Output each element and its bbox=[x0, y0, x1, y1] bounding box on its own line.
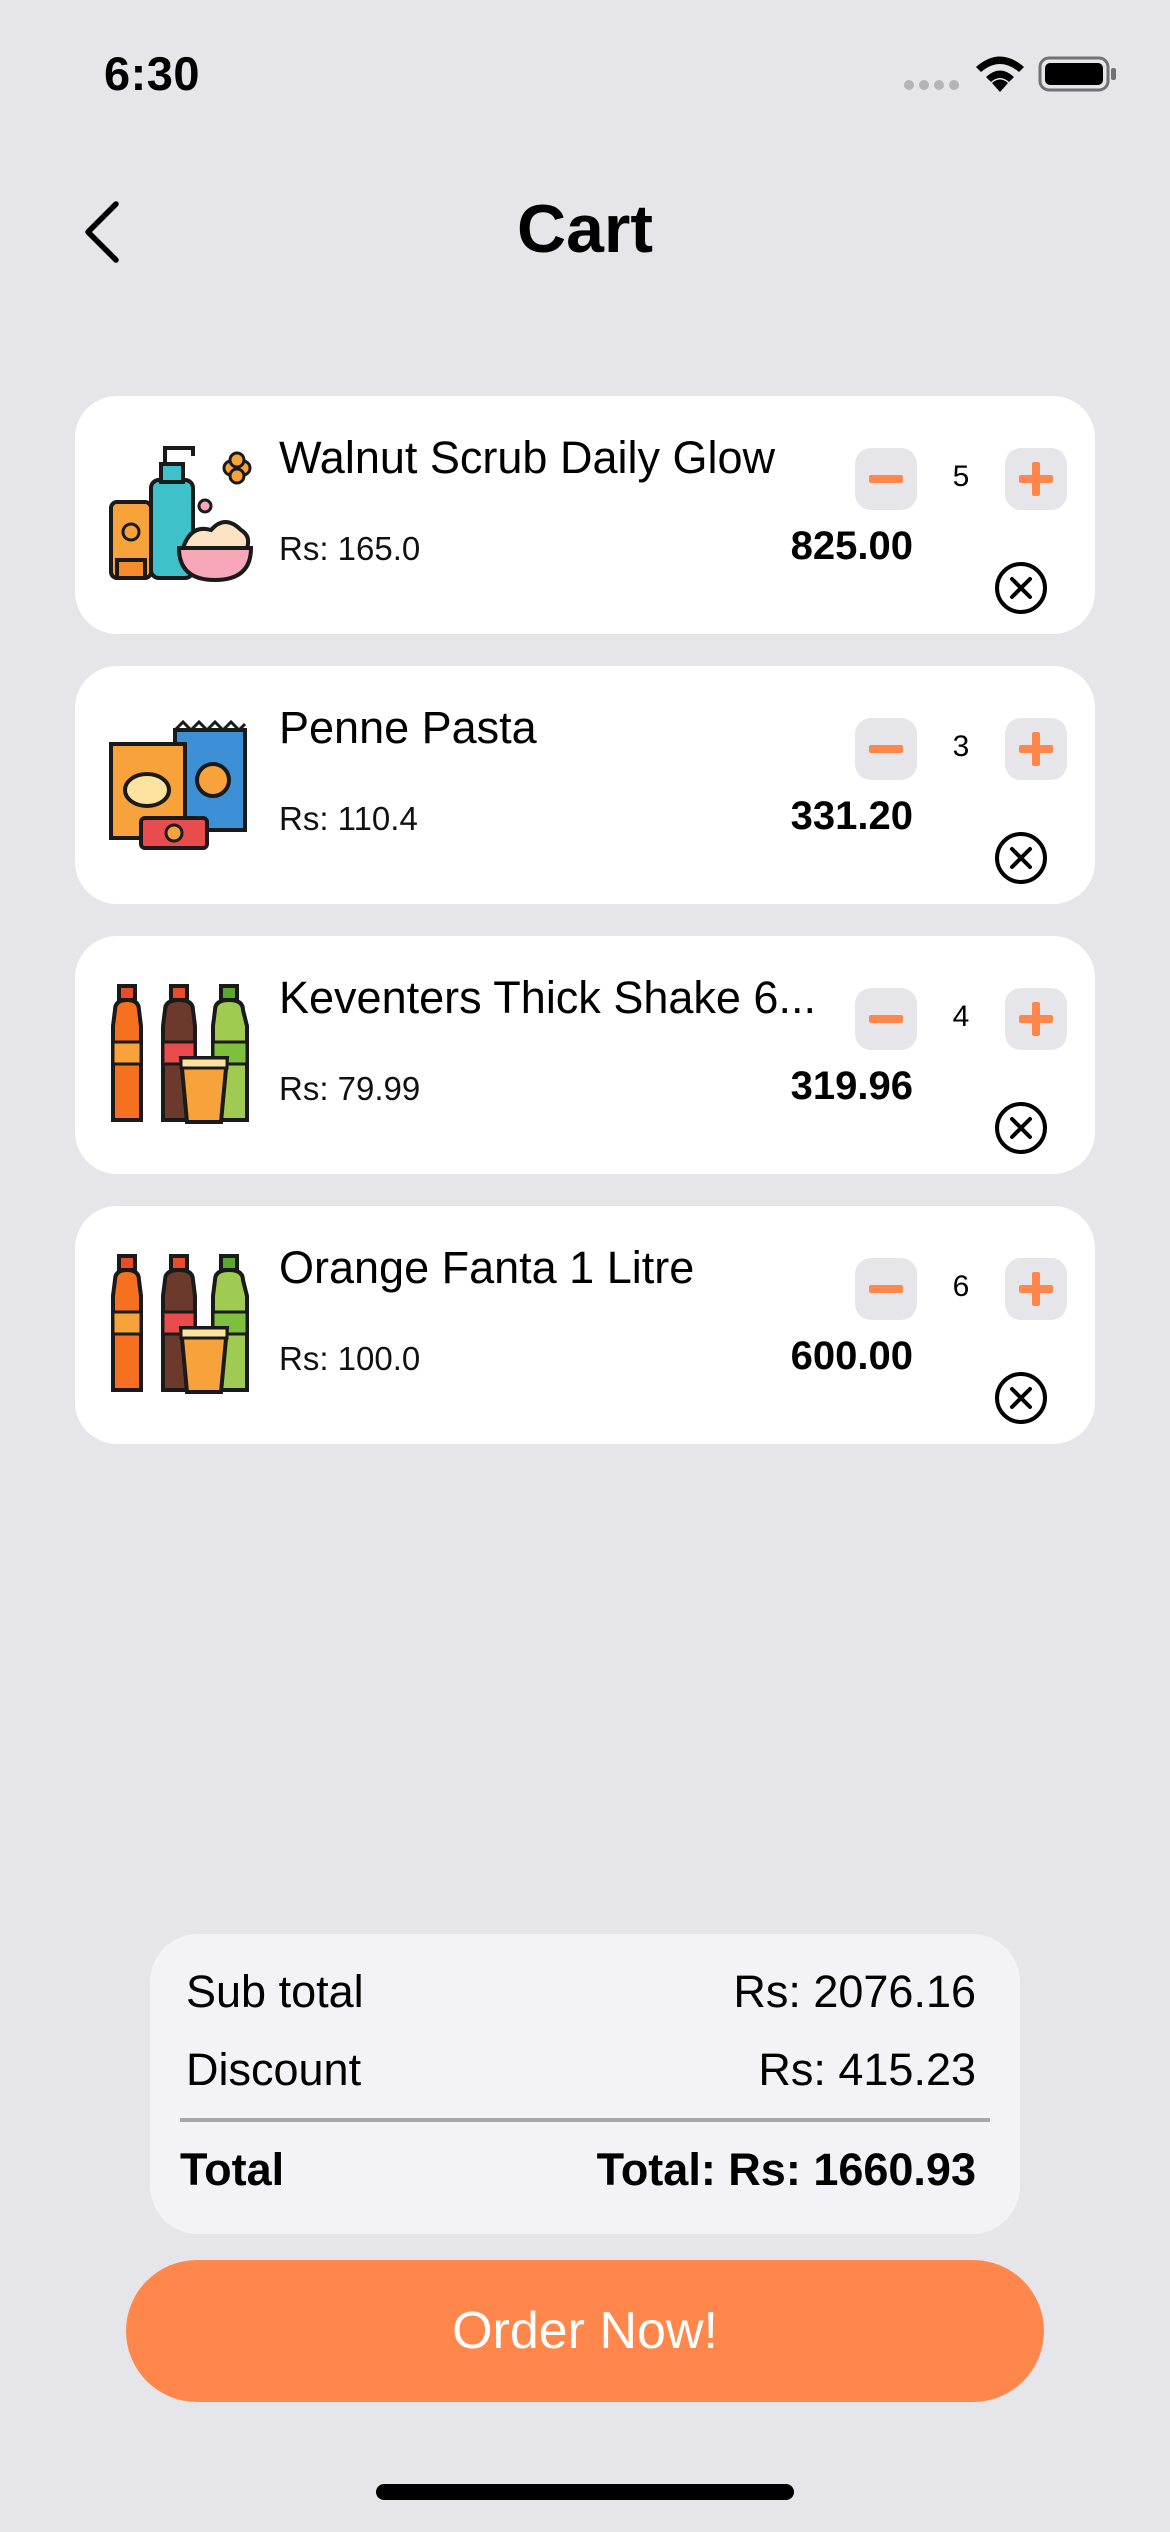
remove-item-icon[interactable] bbox=[991, 828, 1051, 888]
soft-drinks-icon bbox=[105, 1250, 255, 1400]
status-time: 6:30 bbox=[104, 47, 201, 100]
quantity-value: 6 bbox=[952, 1270, 970, 1303]
total-label: Total bbox=[180, 2144, 285, 2195]
summary-divider bbox=[180, 2118, 990, 2122]
remove-item-icon[interactable] bbox=[991, 1098, 1051, 1158]
cart-item-card: Keventers Thick Shake 6... Rs: 79.99 319… bbox=[75, 936, 1095, 1174]
increase-quantity-button[interactable] bbox=[1005, 448, 1067, 510]
snacks-icon bbox=[105, 710, 255, 860]
increase-quantity-button[interactable] bbox=[1005, 718, 1067, 780]
cart-list: Walnut Scrub Daily Glow Rs: 165.0 825.00… bbox=[75, 396, 1095, 1476]
cosmetics-icon bbox=[105, 440, 255, 590]
line-total: 825.00 bbox=[790, 524, 913, 568]
unit-price: Rs: 110.4 bbox=[279, 800, 418, 837]
subtotal-value: Rs: 2076.16 bbox=[733, 1966, 976, 2017]
line-total: 600.00 bbox=[790, 1334, 913, 1378]
discount-label: Discount bbox=[186, 2044, 362, 2095]
status-bar: 6:30 bbox=[0, 0, 1170, 150]
decrease-quantity-button[interactable] bbox=[855, 718, 917, 780]
page-title: Cart bbox=[516, 191, 654, 267]
decrease-quantity-button[interactable] bbox=[855, 448, 917, 510]
discount-value: Rs: 415.23 bbox=[758, 2044, 976, 2095]
order-now-button[interactable]: Order Now! bbox=[126, 2260, 1044, 2402]
decrease-quantity-button[interactable] bbox=[855, 988, 917, 1050]
increase-quantity-button[interactable] bbox=[1005, 1258, 1067, 1320]
battery-icon bbox=[1038, 56, 1116, 92]
product-name: Penne Pasta bbox=[279, 702, 537, 753]
line-total: 319.96 bbox=[790, 1064, 913, 1108]
product-name: Keventers Thick Shake 6... bbox=[279, 972, 816, 1023]
unit-price: Rs: 165.0 bbox=[279, 530, 421, 567]
cart-item-card: Walnut Scrub Daily Glow Rs: 165.0 825.00… bbox=[75, 396, 1095, 634]
product-name: Orange Fanta 1 Litre bbox=[279, 1242, 695, 1293]
remove-item-icon[interactable] bbox=[991, 1368, 1051, 1428]
minus-icon bbox=[866, 999, 906, 1039]
cart-item-card: Orange Fanta 1 Litre Rs: 100.0 600.00 6 bbox=[75, 1206, 1095, 1444]
minus-icon bbox=[866, 1269, 906, 1309]
unit-price: Rs: 79.99 bbox=[279, 1070, 421, 1107]
cellular-signal-icon bbox=[904, 80, 960, 92]
plus-icon bbox=[1016, 459, 1056, 499]
wifi-icon bbox=[976, 56, 1024, 92]
plus-icon bbox=[1016, 999, 1056, 1039]
order-summary: Sub total Rs: 2076.16 Discount Rs: 415.2… bbox=[150, 1934, 1020, 2234]
total-value: Total: Rs: 1660.93 bbox=[596, 2144, 976, 2195]
subtotal-label: Sub total bbox=[186, 1966, 364, 2017]
quantity-value: 3 bbox=[952, 730, 970, 763]
remove-item-icon[interactable] bbox=[991, 558, 1051, 618]
minus-icon bbox=[866, 459, 906, 499]
minus-icon bbox=[866, 729, 906, 769]
product-name: Walnut Scrub Daily Glow bbox=[279, 432, 775, 483]
unit-price: Rs: 100.0 bbox=[279, 1340, 421, 1377]
cart-item-card: Penne Pasta Rs: 110.4 331.20 3 bbox=[75, 666, 1095, 904]
home-indicator bbox=[376, 2484, 794, 2500]
quantity-value: 5 bbox=[952, 460, 970, 493]
increase-quantity-button[interactable] bbox=[1005, 988, 1067, 1050]
plus-icon bbox=[1016, 729, 1056, 769]
quantity-value: 4 bbox=[952, 1000, 970, 1033]
line-total: 331.20 bbox=[790, 794, 913, 838]
plus-icon bbox=[1016, 1269, 1056, 1309]
decrease-quantity-button[interactable] bbox=[855, 1258, 917, 1320]
soft-drinks-icon bbox=[105, 980, 255, 1130]
